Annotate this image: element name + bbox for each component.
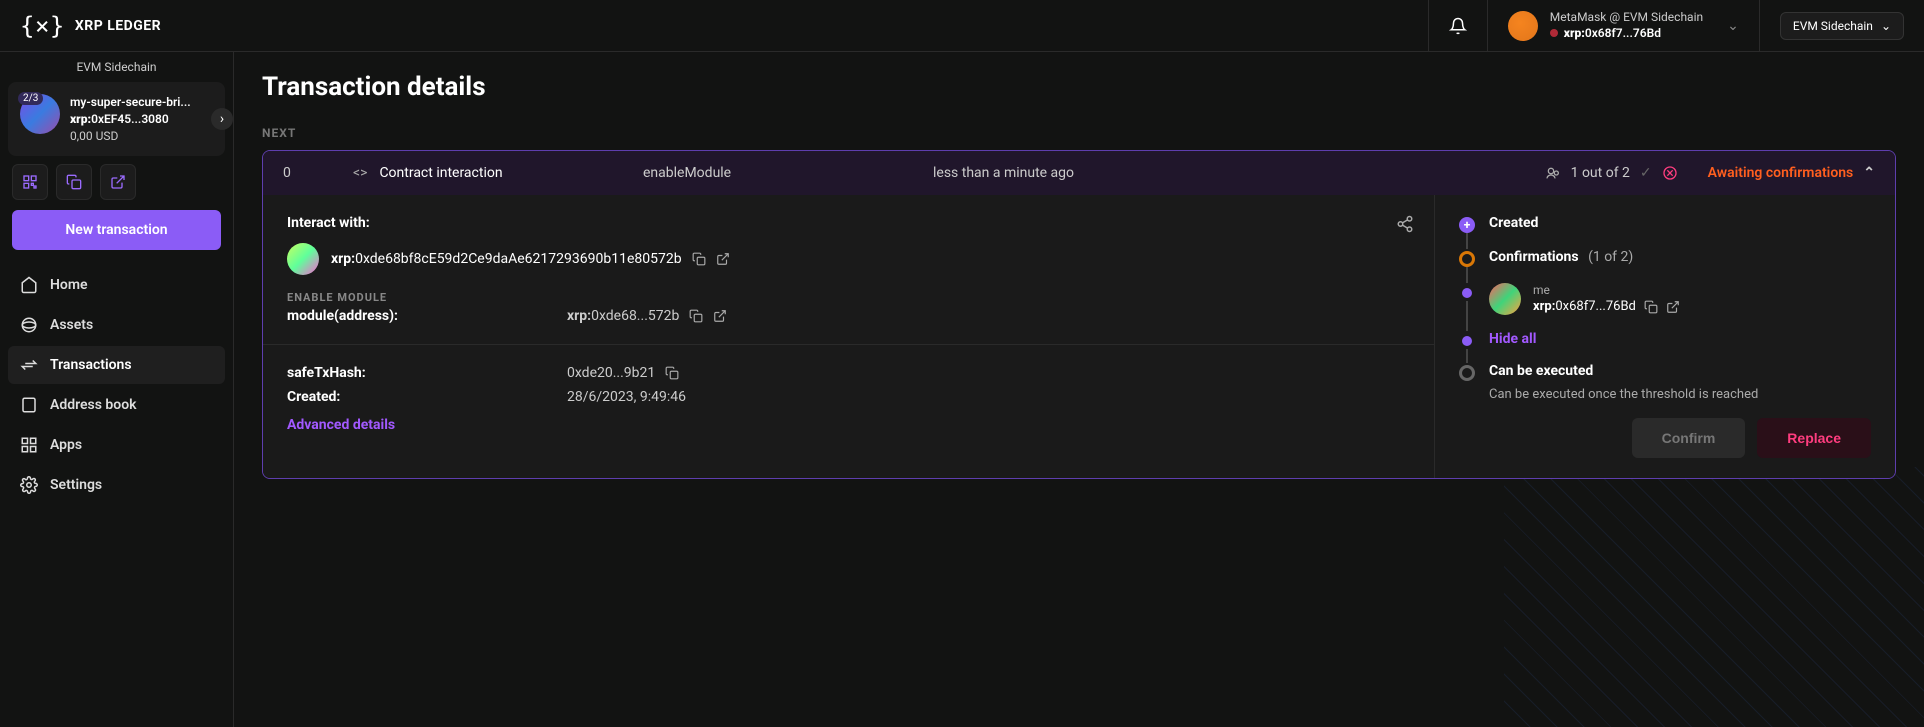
hash-key: safeTxHash: xyxy=(287,365,547,381)
copy-icon xyxy=(66,174,82,190)
apps-icon xyxy=(20,436,38,454)
tx-method: enableModule xyxy=(643,165,903,181)
hide-all-link[interactable]: Hide all xyxy=(1489,331,1536,347)
home-icon xyxy=(20,276,38,294)
module-address: 0xde68...572b xyxy=(591,308,679,324)
assets-icon xyxy=(20,316,38,334)
chain-name: EVM Sidechain xyxy=(1793,19,1873,33)
replace-button[interactable]: Replace xyxy=(1757,418,1871,458)
timeline-confirmations: Confirmations xyxy=(1489,249,1579,265)
sidebar: EVM Sidechain 2/3 my-super-secure-bri...… xyxy=(0,52,234,727)
signer-avatar xyxy=(1489,283,1521,315)
nav-settings[interactable]: Settings xyxy=(8,466,225,504)
check-icon: ✓ xyxy=(1640,165,1652,181)
share-icon xyxy=(1396,215,1414,233)
timeline-can-execute: Can be executed xyxy=(1489,363,1593,379)
brand-logo[interactable]: {×} XRP LEDGER xyxy=(0,12,181,40)
safe-address: 0xEF45...3080 xyxy=(91,112,169,126)
chevron-down-icon: ⌄ xyxy=(1881,19,1891,33)
confirmation-dot-icon xyxy=(1462,336,1472,346)
safe-name: my-super-secure-bri... xyxy=(70,94,213,111)
confirm-button: Confirm xyxy=(1632,418,1746,458)
signer-me-label: me xyxy=(1533,283,1680,299)
created-key: Created: xyxy=(287,389,547,405)
signer-address: 0x68f7...76Bd xyxy=(1555,299,1636,314)
wallet-selector[interactable]: MetaMask @ EVM Sidechain xrp:0x68f7...76… xyxy=(1487,0,1759,51)
timeline-confirmations-count: (1 of 2) xyxy=(1588,249,1633,265)
pending-ring-icon xyxy=(1459,365,1475,381)
hash-value: 0xde20...9b21 xyxy=(567,365,655,381)
advanced-details-link[interactable]: Advanced details xyxy=(287,417,1410,433)
confirmations-ring-icon xyxy=(1459,251,1475,267)
bell-icon xyxy=(1449,17,1467,35)
external-link-icon xyxy=(110,174,126,190)
qr-code-button[interactable] xyxy=(12,164,48,200)
execute-note: Can be executed once the threshold is re… xyxy=(1489,387,1871,402)
qr-code-icon xyxy=(22,174,38,190)
external-link-icon[interactable] xyxy=(713,309,727,323)
copy-icon[interactable] xyxy=(692,252,706,266)
nav-transactions[interactable]: Transactions xyxy=(8,346,225,384)
wallet-label: MetaMask @ EVM Sidechain xyxy=(1550,10,1703,26)
section-next-label: NEXT xyxy=(262,126,1896,140)
external-link-icon[interactable] xyxy=(716,252,730,266)
tx-status: Awaiting confirmations xyxy=(1708,165,1854,181)
brand-icon: {×} xyxy=(20,12,65,40)
external-link-icon[interactable] xyxy=(1666,300,1680,314)
confirmation-dot-icon xyxy=(1462,288,1472,298)
plus-circle-icon: + xyxy=(1459,217,1475,233)
safe-account-card[interactable]: 2/3 my-super-secure-bri... xrp:0xEF45...… xyxy=(8,82,225,156)
reject-icon[interactable] xyxy=(1662,165,1678,181)
interact-with-label: Interact with: xyxy=(287,215,1410,231)
contract-avatar xyxy=(287,243,319,275)
chevron-up-icon[interactable]: ⌃ xyxy=(1863,165,1875,181)
copy-icon[interactable] xyxy=(689,309,703,323)
brand-text: XRP LEDGER xyxy=(75,18,161,34)
gear-icon xyxy=(20,476,38,494)
tx-timeline-panel: + Created Confirmations (1 of 2) xyxy=(1435,195,1895,478)
page-title: Transaction details xyxy=(262,72,1896,102)
chain-selector[interactable]: EVM Sidechain ⌄ xyxy=(1759,0,1924,51)
safe-balance: 0,00 USD xyxy=(70,128,213,145)
metamask-icon xyxy=(1508,11,1538,41)
threshold-badge: 2/3 xyxy=(18,92,43,105)
nav-assets[interactable]: Assets xyxy=(8,306,225,344)
nav-address-book[interactable]: Address book xyxy=(8,386,225,424)
external-link-button[interactable] xyxy=(100,164,136,200)
safe-avatar: 2/3 xyxy=(20,94,60,134)
tx-time: less than a minute ago xyxy=(933,165,1515,181)
tx-details-panel: Interact with: xrp:0xde68bf8cE59d2Ce9daA… xyxy=(263,195,1435,478)
topbar: {×} XRP LEDGER MetaMask @ EVM Sidechain … xyxy=(0,0,1924,52)
interact-address: 0xde68bf8cE59d2Ce9daAe6217293690b11e8057… xyxy=(355,251,682,267)
share-button[interactable] xyxy=(1396,215,1414,237)
tx-type: Contract interaction xyxy=(379,165,502,181)
main-content: Transaction details NEXT 0 <> Contract i… xyxy=(234,52,1924,727)
enable-module-label: ENABLE MODULE xyxy=(287,291,1410,304)
transaction-card: 0 <> Contract interaction enableModule l… xyxy=(262,150,1896,479)
nav-apps[interactable]: Apps xyxy=(8,426,225,464)
copy-address-button[interactable] xyxy=(56,164,92,200)
new-transaction-button[interactable]: New transaction xyxy=(12,210,221,250)
tx-sigs-count: 1 out of 2 xyxy=(1571,165,1630,181)
sidebar-chain-label: EVM Sidechain xyxy=(8,52,225,82)
code-icon: <> xyxy=(353,165,367,181)
address-book-icon xyxy=(20,396,38,414)
timeline-created: Created xyxy=(1489,215,1538,231)
created-value: 28/6/2023, 9:49:46 xyxy=(567,389,686,405)
module-key: module(address): xyxy=(287,308,547,324)
wallet-address: 0x68f7...76Bd xyxy=(1585,26,1661,40)
status-dot-icon xyxy=(1550,29,1558,37)
copy-icon[interactable] xyxy=(665,366,679,380)
tx-nonce: 0 xyxy=(283,165,323,181)
notifications-button[interactable] xyxy=(1428,0,1487,51)
chevron-right-icon[interactable]: › xyxy=(211,108,233,130)
signers-icon xyxy=(1545,165,1561,181)
transaction-header[interactable]: 0 <> Contract interaction enableModule l… xyxy=(263,151,1895,195)
chevron-down-icon: ⌄ xyxy=(1727,18,1739,34)
copy-icon[interactable] xyxy=(1644,300,1658,314)
nav-home[interactable]: Home xyxy=(8,266,225,304)
transactions-icon xyxy=(20,356,38,374)
divider xyxy=(263,344,1434,345)
